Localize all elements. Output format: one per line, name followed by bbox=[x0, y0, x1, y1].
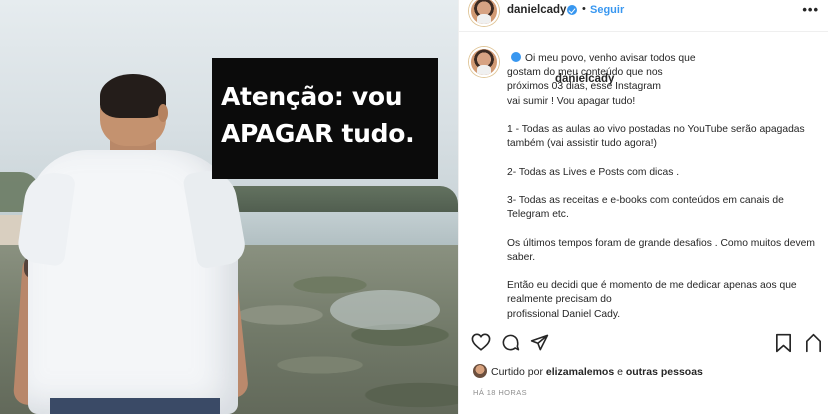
separator-dot: • bbox=[582, 3, 586, 15]
liker-username[interactable]: elizamalemos bbox=[546, 366, 614, 378]
caption: danielcady Oi meu povo, venho avisar todo… bbox=[459, 32, 828, 322]
more-icon[interactable] bbox=[805, 333, 822, 358]
bookmark-icon[interactable] bbox=[775, 333, 792, 358]
likes-conjunction: e bbox=[617, 366, 623, 378]
image-text-box: Atenção: vou APAGAR tudo. bbox=[212, 58, 438, 179]
liker-avatar[interactable] bbox=[473, 364, 487, 378]
jeans bbox=[50, 398, 220, 414]
share-icon[interactable] bbox=[530, 333, 549, 357]
author-avatar[interactable] bbox=[469, 0, 499, 26]
action-bar bbox=[459, 330, 828, 356]
likes-prefix: Curtido por bbox=[491, 366, 543, 378]
hair bbox=[100, 74, 166, 118]
caption-username[interactable]: danielcady bbox=[555, 72, 614, 86]
author-username[interactable]: danielcady bbox=[507, 4, 566, 16]
follow-button[interactable]: Seguir bbox=[590, 4, 624, 16]
caption-avatar[interactable] bbox=[469, 47, 499, 77]
caption-verified-icon bbox=[511, 52, 521, 62]
likes-line: Curtido por elizamalemos e outras pessoa… bbox=[473, 364, 703, 378]
image-text-line2: APAGAR tudo. bbox=[221, 119, 415, 148]
post-timestamp[interactable]: HÁ 18 HORAS bbox=[473, 388, 527, 397]
post-image[interactable]: Atenção: vou APAGAR tudo. bbox=[0, 0, 458, 414]
likes-others-link[interactable]: outras pessoas bbox=[626, 366, 703, 378]
caption-text: Oi meu povo, venho avisar todos que gost… bbox=[507, 53, 815, 320]
image-text-line1: Atenção: vou bbox=[221, 82, 403, 111]
ear bbox=[158, 104, 168, 122]
heart-icon[interactable] bbox=[471, 333, 491, 356]
water-highlight bbox=[330, 290, 440, 330]
comment-icon[interactable] bbox=[501, 333, 520, 357]
caption-body: danielcady Oi meu povo, venho avisar todo… bbox=[507, 52, 825, 322]
post-side-panel: danielcady • Seguir ••• danielcady Oi meu… bbox=[458, 0, 828, 414]
post-header: danielcady • Seguir ••• bbox=[459, 0, 828, 32]
verified-badge-icon bbox=[567, 5, 577, 15]
more-options-icon[interactable]: ••• bbox=[802, 2, 819, 17]
